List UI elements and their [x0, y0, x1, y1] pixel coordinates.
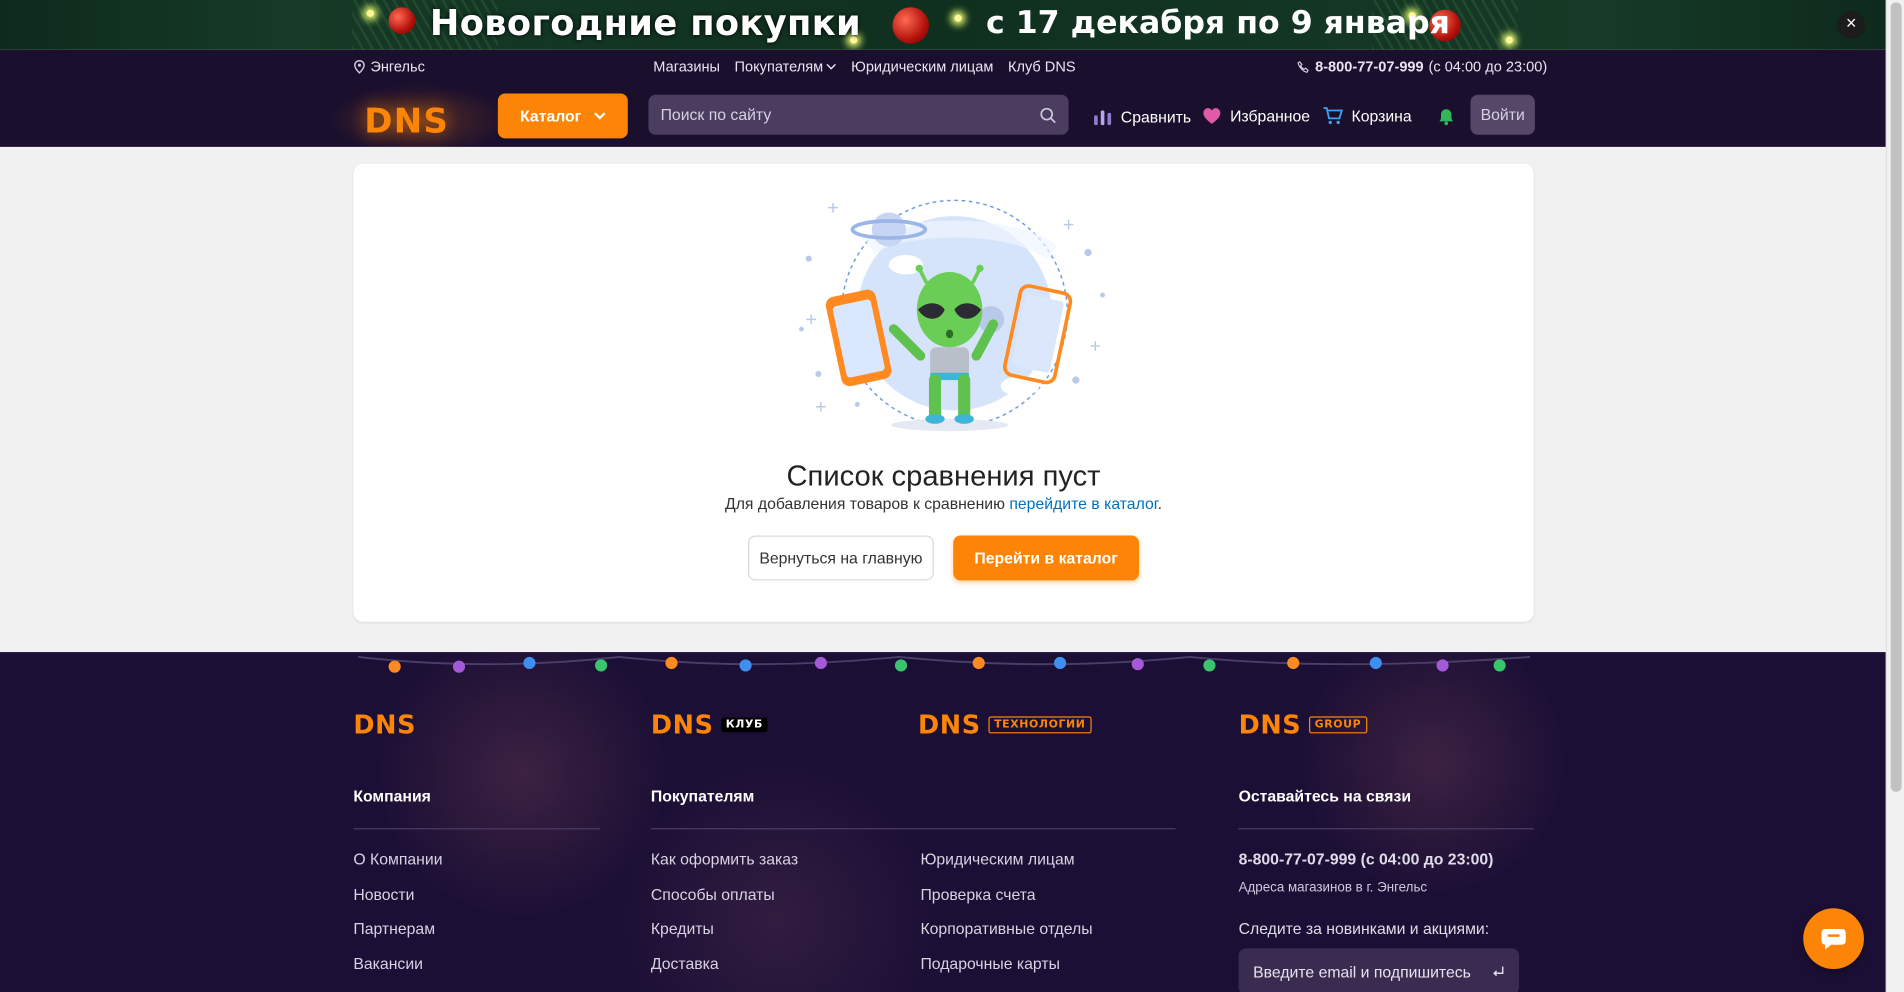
promo-title: Новогодние покупки: [429, 2, 862, 44]
nav-legal[interactable]: Юридическим лицам: [851, 58, 993, 75]
search-input[interactable]: [660, 105, 1013, 124]
brand-tag: КЛУБ: [720, 717, 768, 733]
phone-hours: (с 04:00 до 23:00): [1428, 58, 1548, 76]
search-bar[interactable]: [648, 94, 1069, 135]
sparkle-icon: [1505, 36, 1514, 44]
nav-customers[interactable]: Покупателям: [735, 58, 837, 75]
brand-name: DNS: [918, 710, 981, 740]
footer-divider: [353, 828, 600, 830]
footer-link[interactable]: Корпоративные отделы: [920, 919, 1092, 937]
catalog-button-label: Каталог: [520, 106, 582, 126]
chevron-down-icon: [826, 63, 836, 70]
footer-link[interactable]: О Компании: [353, 850, 442, 868]
footer-link[interactable]: Способы оплаты: [651, 885, 775, 903]
garland-decoration: [358, 656, 1531, 673]
nav-stores[interactable]: Магазины: [653, 58, 720, 75]
empty-state-title: Список сравнения пуст: [786, 460, 1101, 494]
chat-icon: [1821, 928, 1846, 950]
sparkle-icon: [954, 14, 962, 22]
brand-tag: ТЕХНОЛОГИИ: [988, 716, 1092, 734]
login-button[interactable]: Войти: [1470, 94, 1535, 135]
footer-brand-club[interactable]: DNS КЛУБ: [650, 710, 768, 740]
page-scrollbar[interactable]: [1885, 0, 1904, 992]
stores-address-link[interactable]: Адреса магазинов в г. Энгельс: [1239, 880, 1428, 895]
footer-link[interactable]: Доставка: [651, 954, 719, 972]
footer-brand-group[interactable]: DNS GROUP: [1238, 710, 1368, 740]
footer-link[interactable]: Юридическим лицам: [920, 850, 1074, 868]
subtitle-text: Для добавления товаров к сравнению: [725, 494, 1010, 513]
search-icon[interactable]: [1039, 106, 1056, 123]
footer-phone[interactable]: 8-800-77-07-999 (с 04:00 до 23:00): [1239, 850, 1494, 868]
ornament-icon: [388, 7, 416, 35]
footer-link[interactable]: Подарочные карты: [920, 954, 1059, 972]
compare-chart-icon: [1094, 110, 1112, 126]
footer-link[interactable]: Партнерам: [353, 919, 435, 937]
site-header: Энгельс Магазины Покупателям Юридическим…: [0, 49, 1886, 157]
nav-customers-label: Покупателям: [734, 58, 824, 76]
enter-icon[interactable]: [1492, 965, 1504, 977]
favorites-link[interactable]: Избранное: [1202, 107, 1310, 125]
close-icon[interactable]: ×: [1837, 10, 1866, 39]
email-input[interactable]: [1253, 962, 1472, 981]
phone-icon: [1297, 60, 1309, 73]
footer-brand-dns[interactable]: DNS: [353, 710, 416, 739]
location-pin-icon: [354, 59, 365, 74]
compare-link[interactable]: Сравнить: [1093, 107, 1191, 126]
go-to-catalog-button[interactable]: Перейти в каталог: [953, 535, 1140, 581]
empty-compare-card: Список сравнения пуст Для добавления тов…: [353, 163, 1534, 622]
empty-state-subtitle: Для добавления товаров к сравнению перей…: [353, 494, 1533, 512]
bell-icon[interactable]: [1437, 107, 1456, 126]
favorites-label: Избранное: [1230, 106, 1311, 126]
compare-label: Сравнить: [1120, 107, 1192, 126]
footer-link[interactable]: Кредиты: [651, 919, 714, 937]
city-name: Энгельс: [370, 58, 425, 76]
scrollbar-thumb[interactable]: [1890, 2, 1902, 792]
cart-link[interactable]: Корзина: [1322, 106, 1412, 126]
cart-icon: [1323, 107, 1344, 125]
cart-label: Корзина: [1351, 106, 1412, 126]
brand-name: DNS: [1238, 710, 1302, 740]
brand-tag: GROUP: [1308, 716, 1368, 734]
heart-icon: [1203, 108, 1221, 124]
subtitle-suffix: .: [1157, 494, 1162, 513]
site-footer: DNS DNS КЛУБ DNS ТЕХНОЛОГИИ DNS GROUP Компа…: [0, 652, 1886, 992]
alien-illustration: [799, 199, 1106, 432]
footer-link[interactable]: Новости: [353, 885, 414, 903]
sparkle-icon: [366, 9, 375, 18]
promo-banner[interactable]: Новогодние покупки с 17 декабря по 9 янв…: [0, 0, 1886, 50]
chevron-down-icon: [593, 112, 606, 120]
ornament-icon: [892, 7, 929, 44]
back-to-home-button[interactable]: Вернуться на главную: [748, 535, 934, 581]
header-phone[interactable]: 8-800-77-07-999 (с 04:00 до 23:00): [1297, 58, 1547, 75]
footer-heading-contacts: Оставайтесь на связи: [1238, 786, 1412, 806]
phone-number: 8-800-77-07-999: [1315, 58, 1424, 76]
footer-heading-customers: Покупателям: [650, 786, 755, 806]
footer-brand-tech[interactable]: DNS ТЕХНОЛОГИИ: [918, 710, 1092, 740]
go-to-catalog-link[interactable]: перейдите в каталог: [1009, 494, 1157, 512]
footer-link[interactable]: Вакансии: [353, 954, 423, 972]
nav-club[interactable]: Клуб DNS: [1008, 58, 1076, 75]
footer-link[interactable]: Проверка счета: [920, 885, 1035, 903]
catalog-button[interactable]: Каталог: [497, 93, 628, 139]
footer-link[interactable]: Как оформить заказ: [651, 850, 798, 868]
top-nav: Магазины Покупателям Юридическим лицам К…: [653, 58, 1075, 75]
promo-dates: с 17 декабря по 9 января: [986, 4, 1450, 42]
subscribe-text: Следите за новинками и акциями:: [1238, 919, 1490, 938]
footer-divider: [1238, 828, 1534, 830]
footer-divider: [650, 828, 1176, 830]
dns-logo[interactable]: DNS: [364, 101, 449, 141]
city-selector[interactable]: Энгельс: [353, 58, 425, 75]
email-subscribe-field[interactable]: [1238, 948, 1520, 992]
brand-name: DNS: [650, 710, 714, 740]
brand-name: DNS: [353, 710, 417, 740]
footer-heading-company: Компания: [353, 786, 431, 806]
chat-button[interactable]: [1803, 908, 1864, 970]
